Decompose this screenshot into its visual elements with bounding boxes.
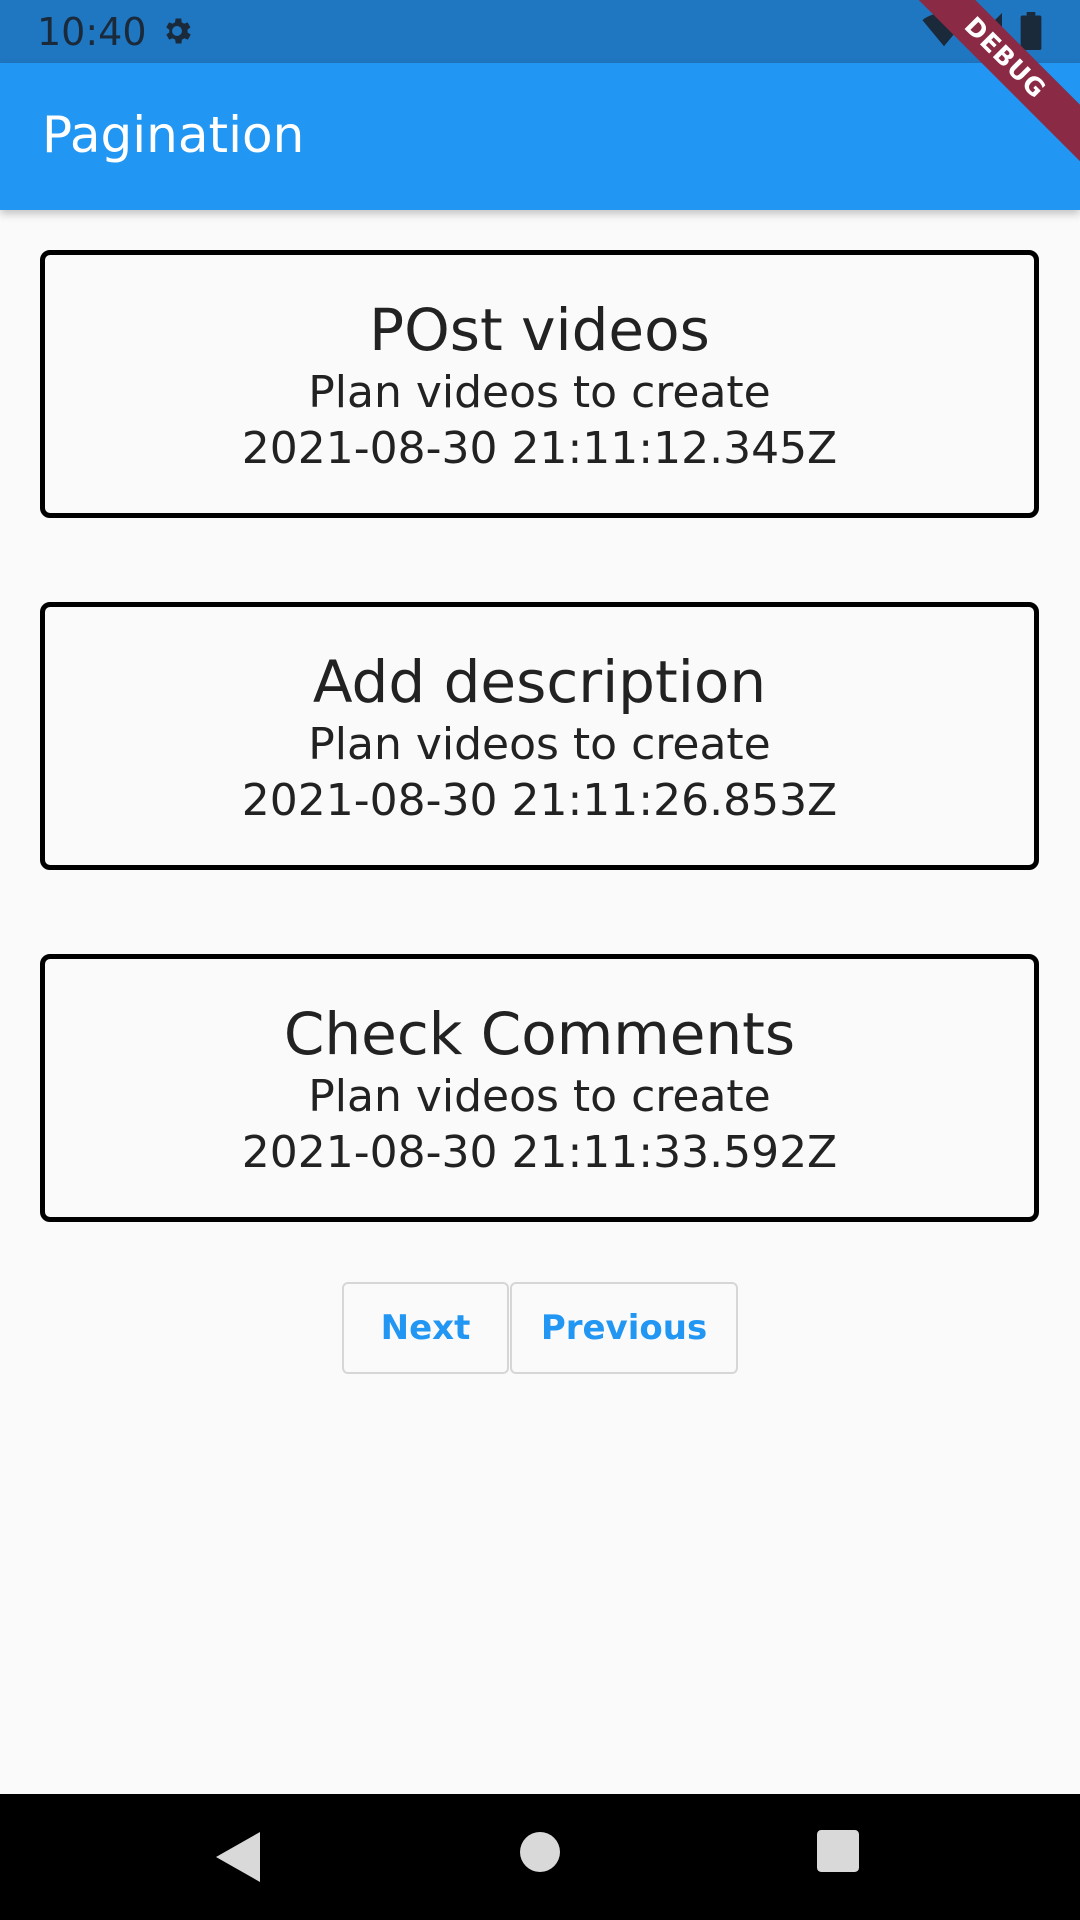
card-title: Check Comments xyxy=(283,1000,796,1068)
app-bar: Pagination xyxy=(0,63,1080,210)
battery-icon xyxy=(1020,12,1042,50)
task-card: Add description Plan videos to create 20… xyxy=(40,602,1039,870)
back-icon[interactable] xyxy=(216,1832,260,1882)
status-time: 10:40 xyxy=(37,10,147,54)
task-card: Check Comments Plan videos to create 202… xyxy=(40,954,1039,1222)
card-timestamp: 2021-08-30 21:11:12.345Z xyxy=(241,423,838,474)
card-title: POst videos xyxy=(369,296,710,364)
next-button[interactable]: Next xyxy=(342,1282,509,1374)
previous-button[interactable]: Previous xyxy=(510,1282,738,1374)
navigation-bar xyxy=(0,1794,1080,1920)
card-title: Add description xyxy=(312,648,767,716)
home-icon[interactable] xyxy=(520,1832,560,1872)
card-timestamp: 2021-08-30 21:11:33.592Z xyxy=(241,1127,838,1178)
card-description: Plan videos to create xyxy=(308,719,771,770)
card-description: Plan videos to create xyxy=(308,1071,771,1122)
task-card: POst videos Plan videos to create 2021-0… xyxy=(40,250,1039,518)
recents-icon[interactable] xyxy=(817,1830,859,1872)
page-title: Pagination xyxy=(42,106,305,164)
app-screen: 10:40 Pagination DEBUG POst videos Plan … xyxy=(0,0,1080,1920)
status-bar: 10:40 xyxy=(0,0,1080,63)
gear-icon xyxy=(166,18,191,44)
card-description: Plan videos to create xyxy=(308,367,771,418)
card-timestamp: 2021-08-30 21:11:26.853Z xyxy=(241,775,838,826)
